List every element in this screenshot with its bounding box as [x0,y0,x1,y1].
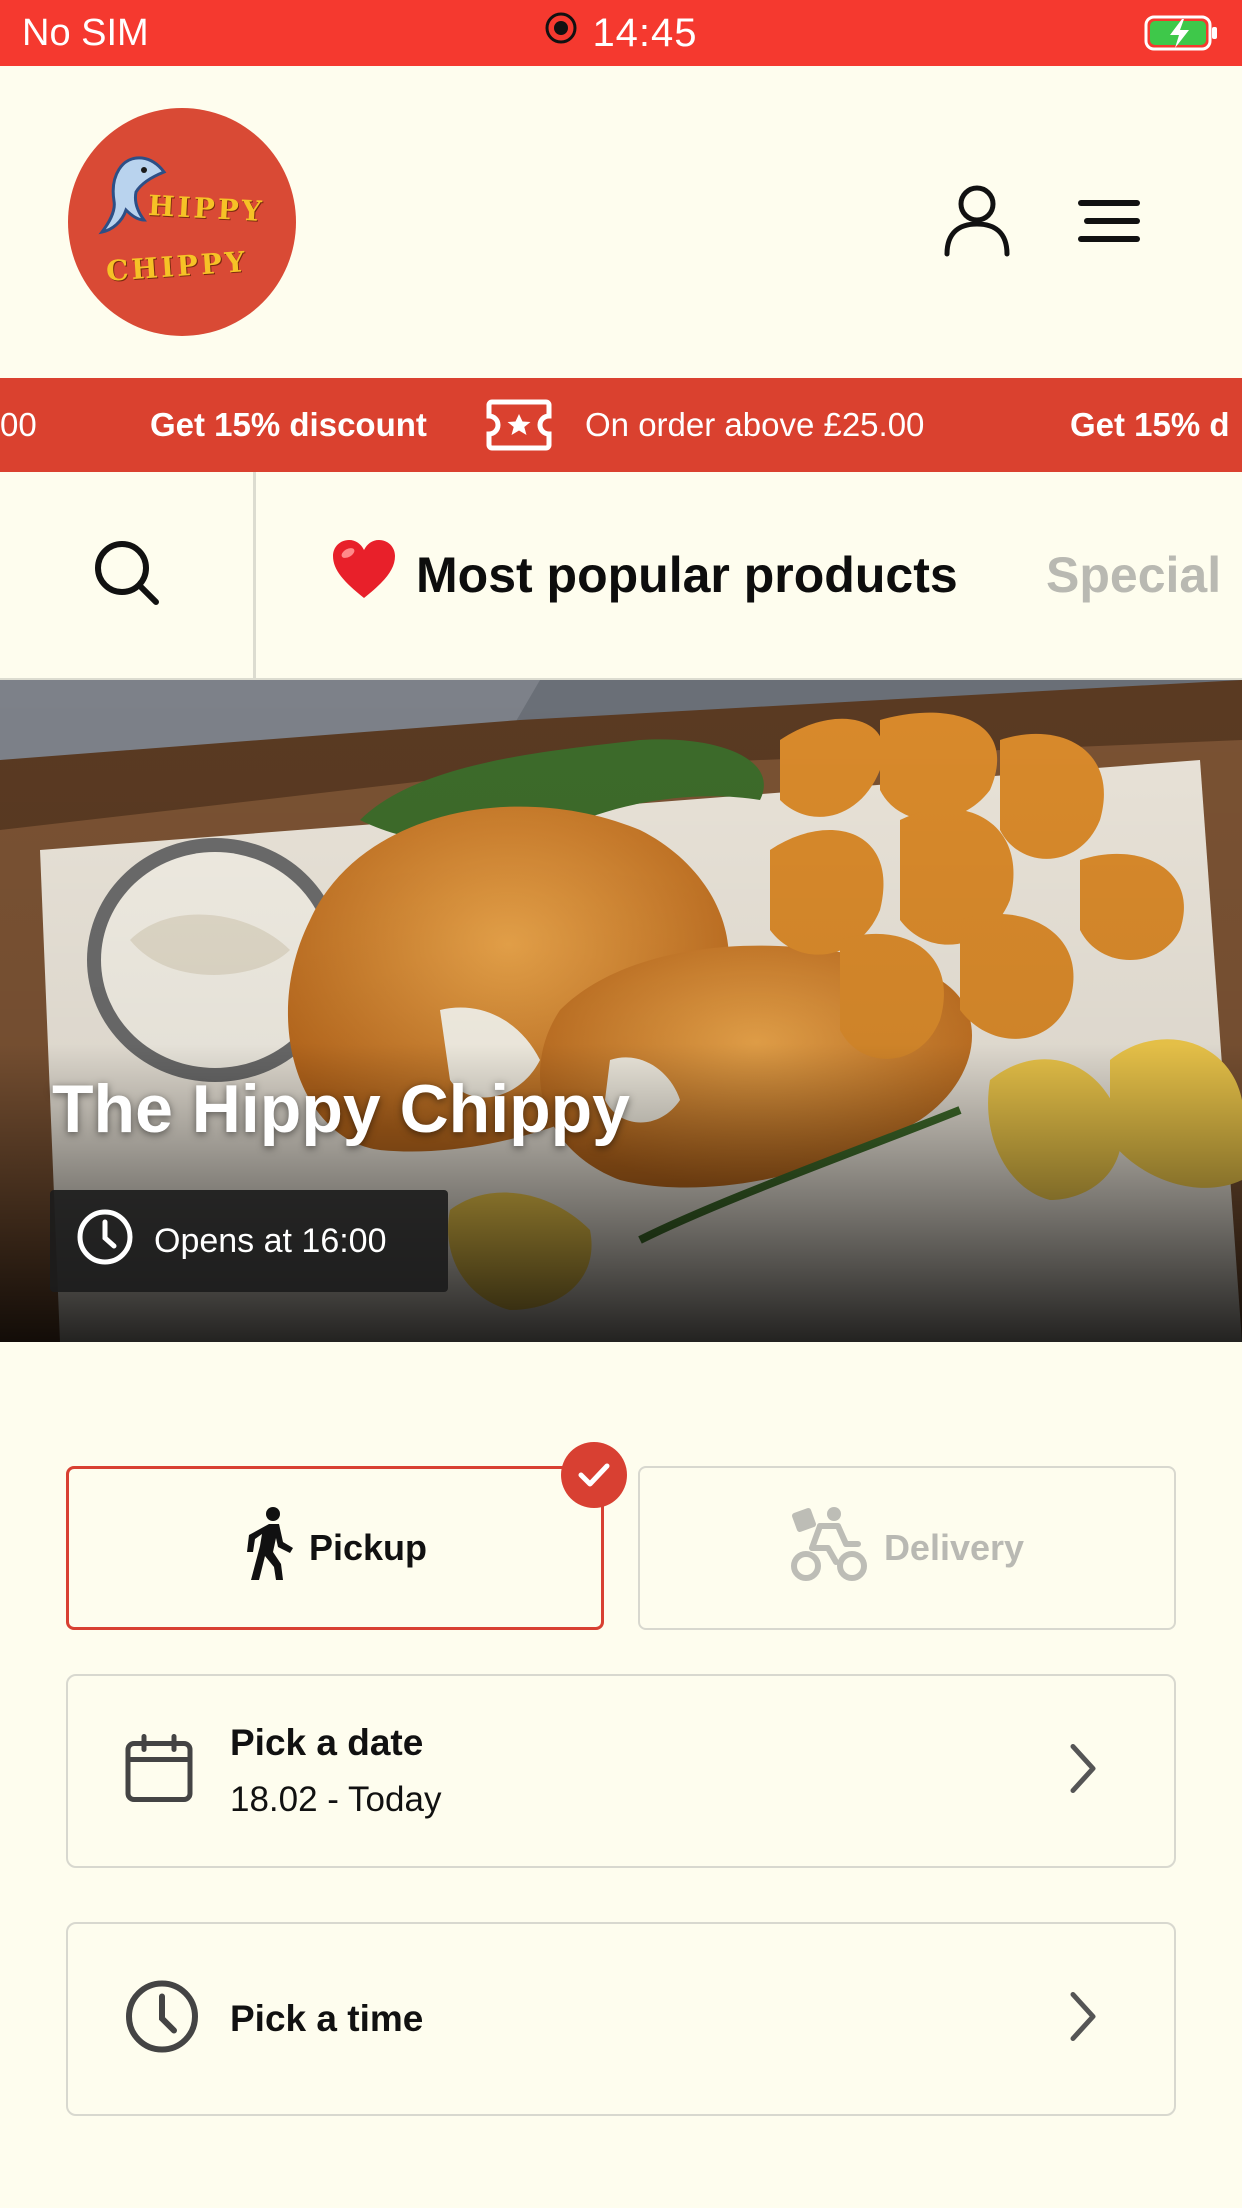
chevron-right-icon [1068,1991,1098,2048]
logo-text-hippy: HIPPY [147,188,266,229]
walking-icon [243,1506,295,1591]
promo-condition-text: On order above £25.00 [585,406,925,443]
promo-trailing-text: Get 15% d [1070,406,1230,443]
tab-most-popular[interactable]: Most popular products [330,472,958,678]
promo-headline-text: Get 15% discount [150,406,427,443]
status-bar: No SIM 14:45 [0,0,1242,66]
promo-fragment-left: 00 [0,378,37,472]
delivery-bike-icon [790,1504,870,1593]
app-screen: No SIM 14:45 HIPPY CHIPPY 00 Get 15% dis… [0,0,1242,2208]
promo-banner[interactable]: 00 Get 15% discount On order above £25.0… [0,378,1242,472]
chevron-right-icon [1068,1743,1098,1800]
tab-most-popular-label: Most popular products [416,547,958,603]
calendar-icon [124,1734,194,1809]
tab-special[interactable]: Special [1046,472,1221,678]
pick-date-row[interactable]: Pick a date 18.02 - Today [66,1674,1176,1868]
pickup-option[interactable]: Pickup [66,1466,604,1630]
search-button[interactable] [0,472,256,678]
clock-icon [76,1208,134,1275]
battery-charging-icon [1144,14,1220,52]
carrier-label: No SIM [22,11,149,54]
promo-repeat: Get 15% d [1070,378,1230,472]
heart-icon [330,538,398,612]
user-icon[interactable] [942,184,1012,258]
promo-headline: Get 15% discount [150,378,427,472]
delivery-option[interactable]: Delivery [638,1466,1176,1630]
opening-hours-badge: Opens at 16:00 [50,1190,448,1292]
check-icon [561,1442,627,1508]
pick-date-value: 18.02 - Today [230,1780,442,1819]
opening-hours-text: Opens at 16:00 [154,1221,387,1260]
category-tabs: Most popular products Special [0,472,1242,680]
pick-time-row[interactable]: Pick a time [66,1922,1176,2116]
recording-icon [544,11,578,55]
pick-time-title: Pick a time [230,1998,424,2039]
status-center: 14:45 [0,0,1242,66]
brand-logo[interactable]: HIPPY CHIPPY [68,108,296,336]
promo-leading-text: 00 [0,406,37,443]
promo-condition: On order above £25.00 [585,378,924,472]
menu-icon[interactable] [1076,196,1142,246]
logo-text-chippy: CHIPPY [105,245,249,288]
app-header: HIPPY CHIPPY [0,66,1242,378]
pickup-label: Pickup [308,1527,428,1568]
ticket-icon [486,378,552,472]
status-time: 14:45 [592,10,698,55]
clock-icon [124,1979,200,2060]
delivery-label: Delivery [883,1527,1025,1568]
hero-banner: The Hippy Chippy Opens at 16:00 [0,680,1242,1342]
tab-special-label: Special [1046,547,1222,603]
search-icon [93,539,161,612]
pick-date-title: Pick a date [230,1722,424,1763]
restaurant-name: The Hippy Chippy [52,1071,630,1147]
